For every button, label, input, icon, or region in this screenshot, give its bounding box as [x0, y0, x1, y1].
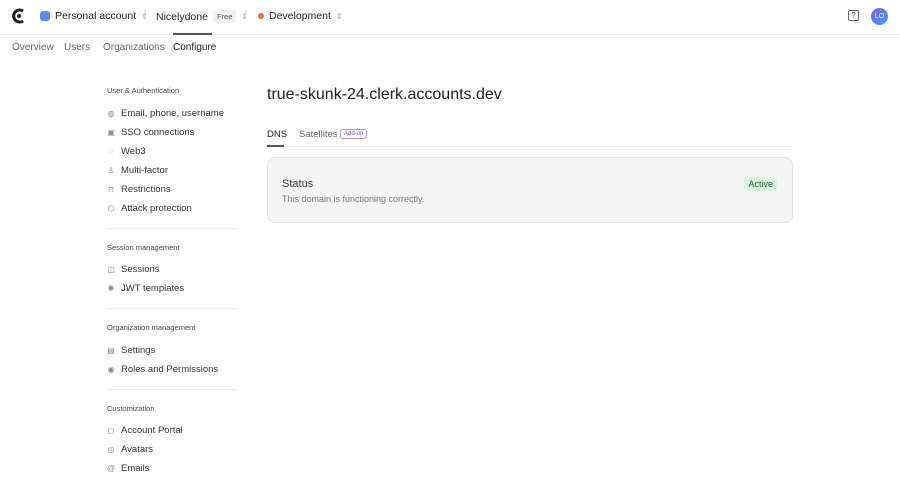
sessions-icon: ◫	[107, 265, 115, 274]
sidebar-item-label: Web3	[121, 146, 146, 157]
account-icon	[40, 11, 50, 21]
sso-icon: ▣	[107, 128, 115, 137]
sidebar-item-avatars[interactable]: ◎ Avatars	[107, 444, 154, 455]
account-switcher[interactable]: Personal account ⇕	[40, 10, 148, 22]
sidebar-item-roles[interactable]: ◉ Roles and Permissions	[107, 364, 219, 375]
sidebar-item-label: Roles and Permissions	[121, 364, 219, 375]
page-title: true-skunk-24.clerk.accounts.dev	[267, 86, 502, 103]
divider	[107, 308, 238, 309]
shield-icon: ⬡	[107, 204, 115, 213]
sidebar-item-label: Avatars	[121, 444, 154, 455]
tab-users[interactable]: Users	[64, 42, 90, 53]
sidebar-item-account-portal[interactable]: ◻ Account Portal	[107, 425, 183, 436]
sidebar-item-label: Multi-factor	[121, 165, 168, 176]
status-description: This domain is functioning correctly.	[282, 194, 425, 204]
user-circle-icon: ◉	[107, 365, 115, 374]
sidebar-item-sessions[interactable]: ◫ Sessions	[107, 264, 160, 275]
sidebar-item-label: SSO connections	[121, 127, 195, 138]
building-icon: ▤	[107, 346, 115, 355]
sidebar-item-label: Settings	[121, 345, 156, 356]
jwt-icon: ✺	[107, 284, 115, 293]
main-nav: Overview Users Organizations Configure	[0, 33, 900, 60]
sidebar-item-restrictions[interactable]: ⊓ Restrictions	[107, 184, 171, 195]
chevron-updown-icon: ⇕	[335, 11, 343, 21]
status-badge: Active	[744, 177, 777, 191]
dev-dot-icon	[258, 13, 264, 19]
sidebar-item-attack-protection[interactable]: ⬡ Attack protection	[107, 203, 192, 214]
app-name: Nicelydone	[156, 10, 208, 23]
divider	[107, 228, 238, 229]
sidebar-item-label: Emails	[121, 463, 150, 474]
divider	[107, 389, 238, 390]
section-heading: User & Authentication	[107, 86, 180, 95]
avatar[interactable]: LO	[871, 8, 888, 25]
section-heading: Organization management	[107, 323, 196, 332]
section-heading: Session management	[107, 243, 180, 252]
avatar-icon: ◎	[107, 445, 115, 454]
account-name: Personal account	[55, 10, 137, 22]
status-card: Status This domain is functioning correc…	[267, 157, 793, 223]
sidebar-item-label: Account Portal	[121, 425, 183, 436]
tab-dns[interactable]: DNS	[267, 129, 287, 140]
active-tab-indicator	[267, 145, 284, 147]
at-icon: @	[107, 464, 116, 473]
sidebar-item-label: Attack protection	[121, 203, 192, 214]
status-heading: Status	[282, 178, 314, 190]
clerk-logo-icon[interactable]	[12, 8, 26, 24]
lock-icon: ⊓	[107, 185, 115, 194]
tab-organizations[interactable]: Organizations	[103, 42, 165, 53]
addon-badge: Add-on	[340, 129, 368, 139]
help-icon[interactable]: ?	[848, 10, 859, 21]
tab-overview[interactable]: Overview	[12, 42, 54, 53]
active-tab-indicator	[173, 33, 212, 35]
sidebar-item-settings[interactable]: ▤ Settings	[107, 345, 155, 356]
app-switcher[interactable]: Nicelydone Free ⇕	[156, 10, 248, 23]
portal-icon: ◻	[107, 426, 115, 435]
instance-switcher[interactable]: Development ⇕	[258, 10, 343, 22]
sidebar-item-label: Sessions	[121, 264, 160, 275]
sidebar-item-emails[interactable]: @ Emails	[107, 463, 150, 474]
sidebar-item-multifactor[interactable]: ♙ Multi-factor	[107, 165, 168, 176]
sidebar-item-email[interactable]: ◍ Email, phone, username	[107, 108, 224, 119]
sidebar-item-jwt[interactable]: ✺ JWT templates	[107, 283, 185, 294]
sidebar-item-label: Restrictions	[121, 184, 171, 195]
sidebar-item-web3[interactable]: ◌ Web3	[107, 146, 146, 157]
sidebar-item-label: Email, phone, username	[121, 108, 224, 119]
plan-badge: Free	[212, 10, 237, 23]
fingerprint-icon: ◍	[107, 109, 115, 118]
web3-icon: ◌	[108, 147, 114, 156]
sidebar-item-sso[interactable]: ▣ SSO connections	[107, 127, 194, 138]
separator: /	[244, 9, 248, 21]
tab-satellites[interactable]: Satellites	[299, 129, 338, 140]
separator: /	[143, 9, 147, 21]
top-bar: Personal account ⇕ / Nicelydone Free ⇕ / D…	[0, 0, 900, 34]
sidebar-item-label: JWT templates	[121, 283, 185, 294]
instance-name: Development	[269, 10, 331, 22]
user-key-icon: ♙	[107, 166, 115, 175]
domain-tabs: DNS Satellites Add-on	[267, 127, 793, 147]
tab-configure[interactable]: Configure	[173, 42, 216, 53]
section-heading: Customization	[107, 404, 155, 413]
